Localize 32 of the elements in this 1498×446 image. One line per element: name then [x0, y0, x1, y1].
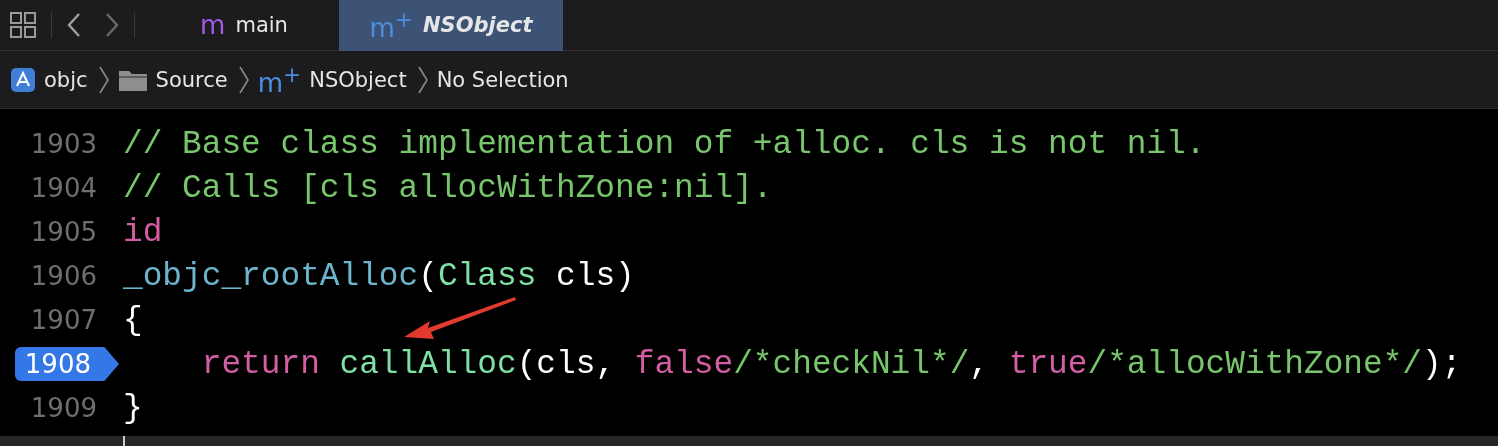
chevron-icon	[237, 64, 250, 95]
line-number: 1907	[30, 305, 97, 335]
code-line: {	[123, 301, 143, 339]
breakpoint-marker[interactable]: 1908	[14, 347, 119, 381]
tab-label: NSObject	[423, 13, 533, 37]
line-number: 1909	[30, 393, 97, 423]
code-line: _objc_rootAlloc(Class cls)	[123, 257, 635, 295]
chevron-icon	[416, 64, 429, 95]
breadcrumb-item[interactable]: No Selection	[436, 67, 569, 92]
breadcrumb-item[interactable]: Source	[155, 67, 228, 92]
file-icon[interactable]: m$^{+}$	[257, 63, 302, 96]
back-icon[interactable]	[66, 12, 82, 38]
tab-label: main	[235, 13, 288, 37]
breadcrumb-item[interactable]: NSObject	[309, 67, 407, 92]
grid-icon[interactable]	[9, 11, 37, 39]
file-icon: m	[200, 12, 226, 38]
chevron-icon	[97, 64, 110, 95]
code-line: return callAlloc(cls, false/*checkNil*/, true/*allocWithZone*/);	[200, 345, 1462, 383]
forward-icon[interactable]	[104, 12, 120, 38]
editor-tab[interactable]: m$^{+}$ NSObject	[339, 0, 563, 51]
app-icon[interactable]	[10, 66, 36, 93]
file-icon: m$^{+}$	[369, 9, 413, 41]
line-number: 1906	[30, 261, 97, 291]
line-number: 1905	[30, 217, 97, 247]
code-line: id	[123, 213, 163, 251]
code-line: // Calls [cls allocWithZone:nil].	[123, 169, 773, 207]
code-line: // Base class implementation of +alloc. cls is not nil.	[123, 125, 1206, 163]
editor-tab[interactable]: m main	[149, 0, 339, 51]
line-number: 1904	[30, 173, 97, 203]
code-line: }	[123, 389, 143, 427]
breadcrumb-item[interactable]: objc	[44, 67, 88, 92]
line-number: 1903	[30, 129, 97, 159]
